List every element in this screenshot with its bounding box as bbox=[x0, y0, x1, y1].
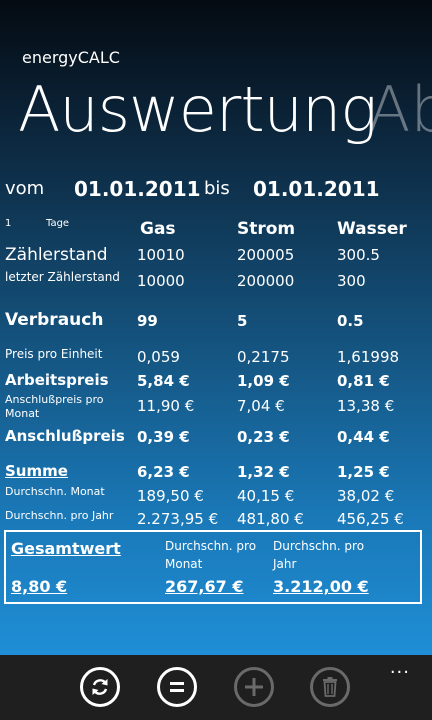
zaehlerstand-label: Zählerstand bbox=[5, 245, 108, 265]
gesamt-monat-label-line1: Durchschn. pro bbox=[165, 539, 257, 553]
anschluss-monat-wasser[interactable]: 13,38 € bbox=[337, 397, 394, 415]
dur-jahr-strom: 481,80 € bbox=[237, 510, 304, 528]
gesamt-jahr-value: 3.212,00 € bbox=[273, 577, 369, 596]
summe-gas: 6,23 € bbox=[137, 463, 190, 481]
refresh-button[interactable] bbox=[80, 667, 120, 707]
dur-jahr-gas: 2.273,95 € bbox=[137, 510, 219, 528]
preis-einheit-label: Preis pro Einheit bbox=[5, 347, 103, 361]
to-label: bis bbox=[204, 178, 230, 199]
dur-monat-gas: 189,50 € bbox=[137, 487, 204, 505]
anschluss-monat-strom[interactable]: 7,04 € bbox=[237, 397, 285, 415]
anschlusspreis-wasser: 0,44 € bbox=[337, 428, 390, 446]
add-icon bbox=[245, 678, 263, 696]
verbrauch-strom: 5 bbox=[237, 312, 248, 330]
summe-wasser: 1,25 € bbox=[337, 463, 390, 481]
column-gas: Gas bbox=[140, 219, 176, 239]
anschlusspreis-gas: 0,39 € bbox=[137, 428, 190, 446]
gesamt-jahr-label-line1: Durchschn. pro bbox=[273, 539, 365, 553]
pivot-header-current[interactable]: Auswertung bbox=[18, 74, 377, 146]
anschluss-monat-label: Anschlußpreis pro Monat bbox=[5, 393, 104, 421]
zaehlerstand-strom[interactable]: 200005 bbox=[237, 246, 294, 264]
delete-icon bbox=[323, 677, 337, 697]
verbrauch-gas: 99 bbox=[137, 312, 158, 330]
zaehlerstand-wasser[interactable]: 300.5 bbox=[337, 246, 380, 264]
summe-strom: 1,32 € bbox=[237, 463, 290, 481]
gesamt-jahr-label: Durchschn. pro Jahr bbox=[273, 537, 364, 573]
gesamtwert-label: Gesamtwert bbox=[11, 539, 121, 558]
gesamt-jahr-label-line2: Jahr bbox=[273, 557, 297, 571]
preis-einheit-gas[interactable]: 0,059 bbox=[137, 348, 180, 366]
app-title: energyCALC bbox=[22, 48, 120, 67]
from-date[interactable]: 01.01.2011 bbox=[74, 177, 201, 201]
dur-jahr-label: Durchschn. pro Jahr bbox=[5, 509, 114, 522]
anschluss-monat-label-line1: Anschlußpreis pro bbox=[5, 393, 104, 406]
zaehlerstand-gas[interactable]: 10010 bbox=[137, 246, 185, 264]
dur-monat-wasser: 38,02 € bbox=[337, 487, 395, 505]
column-strom: Strom bbox=[237, 219, 296, 239]
preis-einheit-strom[interactable]: 0,2175 bbox=[237, 348, 290, 366]
letzter-gas[interactable]: 10000 bbox=[137, 272, 185, 290]
calculate-button[interactable] bbox=[157, 667, 197, 707]
letzter-label: letzter Zählerstand bbox=[5, 270, 120, 284]
refresh-icon bbox=[92, 679, 108, 695]
dur-jahr-wasser: 456,25 € bbox=[337, 510, 404, 528]
anschlusspreis-strom: 0,23 € bbox=[237, 428, 290, 446]
more-menu-button[interactable]: ... bbox=[390, 657, 410, 678]
anschlusspreis-label: Anschlußpreis bbox=[5, 427, 125, 445]
days-label: Tage bbox=[46, 218, 70, 229]
verbrauch-wasser: 0.5 bbox=[337, 312, 364, 330]
dur-monat-label: Durchschn. Monat bbox=[5, 485, 105, 498]
gesamtwert-value: 8,80 € bbox=[11, 577, 68, 596]
letzter-strom[interactable]: 200000 bbox=[237, 272, 294, 290]
gesamt-monat-label: Durchschn. pro Monat bbox=[165, 537, 256, 573]
arbeitspreis-strom: 1,09 € bbox=[237, 372, 290, 390]
gesamt-monat-value: 267,67 € bbox=[165, 577, 244, 596]
summe-label[interactable]: Summe bbox=[5, 462, 68, 480]
arbeitspreis-wasser: 0,81 € bbox=[337, 372, 390, 390]
add-button[interactable] bbox=[234, 667, 274, 707]
gesamt-monat-label-line2: Monat bbox=[165, 557, 203, 571]
application-bar: ... bbox=[0, 655, 432, 720]
dur-monat-strom: 40,15 € bbox=[237, 487, 295, 505]
arbeitspreis-gas: 5,84 € bbox=[137, 372, 190, 390]
equals-icon bbox=[170, 682, 184, 692]
arbeitspreis-label: Arbeitspreis bbox=[5, 371, 109, 389]
column-wasser: Wasser bbox=[337, 219, 407, 239]
days-count: 1 bbox=[5, 218, 12, 229]
from-label: vom bbox=[5, 178, 45, 199]
anschluss-monat-gas[interactable]: 11,90 € bbox=[137, 397, 194, 415]
to-date[interactable]: 01.01.2011 bbox=[253, 177, 380, 201]
pivot-header-next[interactable]: Ab bbox=[368, 74, 432, 146]
delete-button[interactable] bbox=[310, 667, 350, 707]
preis-einheit-wasser[interactable]: 1,61998 bbox=[337, 348, 399, 366]
letzter-wasser[interactable]: 300 bbox=[337, 272, 366, 290]
verbrauch-label: Verbrauch bbox=[5, 310, 104, 330]
anschluss-monat-label-line2: Monat bbox=[5, 407, 40, 420]
